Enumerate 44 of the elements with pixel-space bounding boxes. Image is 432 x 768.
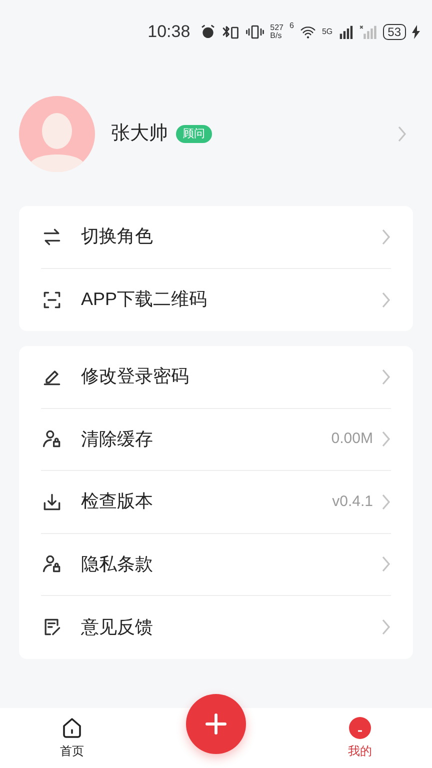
menu-item[interactable]: 隐私条款 bbox=[41, 534, 391, 596]
menu-item[interactable]: 修改登录密码 bbox=[41, 346, 391, 408]
menu-item[interactable]: 检查版本 v0.4.1 bbox=[41, 471, 391, 534]
clock: 10:38 bbox=[148, 21, 190, 44]
plus-icon bbox=[205, 713, 227, 735]
vibrate-icon bbox=[246, 24, 264, 40]
role-badge: 顾问 bbox=[176, 124, 212, 144]
profile-icon bbox=[348, 716, 372, 740]
home-icon bbox=[60, 716, 84, 740]
chevron-icon bbox=[381, 430, 391, 448]
menu-label: 隐私条款 bbox=[81, 552, 153, 576]
user-name: 张大帅 bbox=[111, 122, 168, 146]
chevron-icon bbox=[381, 555, 391, 574]
network-speed: 527 bbox=[270, 24, 284, 32]
menu-label: 意见反馈 bbox=[81, 616, 153, 639]
no-signal-icon bbox=[358, 25, 377, 39]
network-speed-unit: B/s bbox=[270, 32, 283, 40]
chevron-icon bbox=[381, 492, 391, 511]
battery-indicator: 53 bbox=[382, 24, 406, 40]
wifi-label: 6 bbox=[290, 20, 294, 32]
chevron-icon bbox=[381, 618, 391, 636]
menu-item[interactable]: 清除缓存 0.00M bbox=[41, 408, 391, 471]
chevron-icon bbox=[397, 125, 407, 143]
tab-item[interactable]: 我的 bbox=[288, 716, 432, 760]
network-label: 5G bbox=[322, 26, 333, 38]
alarm-icon bbox=[200, 24, 216, 40]
menu-item[interactable]: APP下载二维码 bbox=[41, 268, 391, 331]
menu-label: 检查版本 bbox=[81, 490, 153, 514]
chevron-icon bbox=[381, 290, 391, 309]
menu-label: 清除缓存 bbox=[81, 428, 153, 451]
chevron-icon bbox=[381, 368, 391, 386]
menu-label: 切换角色 bbox=[81, 225, 153, 248]
menu-item[interactable]: 切换角色 bbox=[41, 206, 391, 268]
menu-label: 修改登录密码 bbox=[81, 365, 189, 388]
menu-label: APP下载二维码 bbox=[81, 288, 208, 312]
signal-icon bbox=[338, 25, 353, 39]
menu-value: v0.4.1 bbox=[332, 492, 373, 512]
menu-value: 0.00M bbox=[331, 429, 373, 449]
menu-item[interactable]: 意见反馈 bbox=[41, 596, 391, 658]
chevron-icon bbox=[381, 228, 391, 246]
bluetooth-battery-icon bbox=[222, 24, 240, 40]
tab-item[interactable]: 首页 bbox=[0, 716, 144, 760]
charging-icon bbox=[412, 25, 420, 39]
wifi-icon bbox=[300, 25, 316, 39]
